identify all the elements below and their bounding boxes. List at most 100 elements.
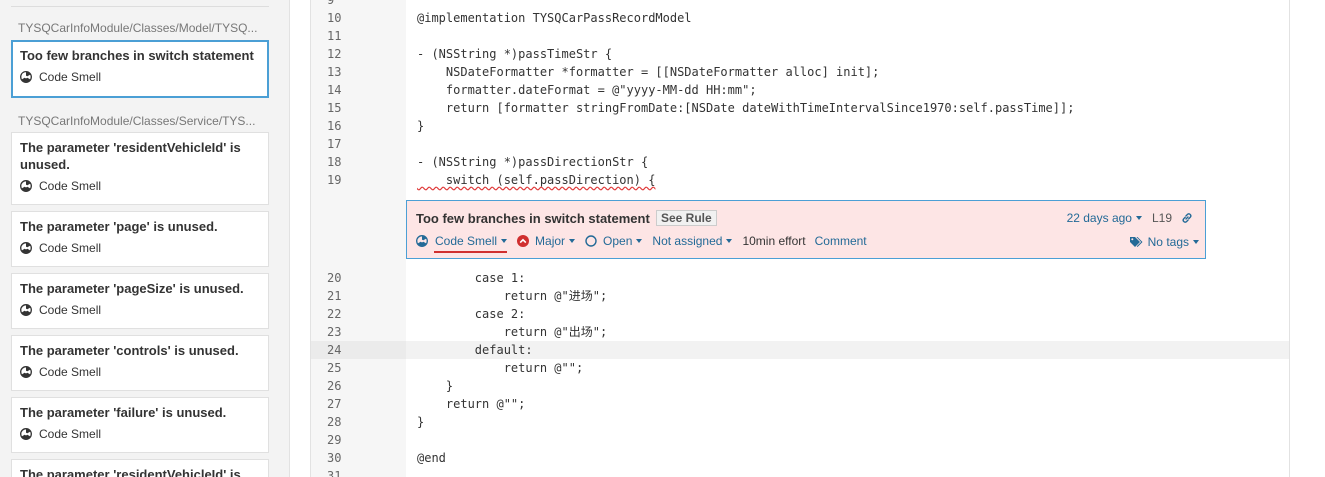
issue-status-dropdown[interactable]: Open [585, 234, 643, 248]
line-number[interactable]: 13 [311, 63, 406, 81]
issue-card-selected[interactable]: Too few branches in switch statement Cod… [11, 40, 269, 98]
code-line: 14 formatter.dateFormat = @"yyyy-MM-dd H… [311, 81, 1289, 99]
line-number[interactable]: 9 [311, 0, 406, 9]
line-source: } [417, 119, 425, 133]
code-line: 23 return @"出场"; [311, 323, 1289, 341]
code-smell-icon [20, 304, 32, 316]
issue-tags-dropdown[interactable]: No tags [1129, 235, 1199, 249]
issue-age: 22 days ago [1066, 211, 1132, 225]
code-line: 13 NSDateFormatter *formatter = [[NSDate… [311, 63, 1289, 81]
line-source: return @""; [417, 361, 584, 375]
code-line: 29 [311, 431, 1289, 449]
issue-actions: Code Smell Major Open Not assigned 10min… [416, 234, 877, 248]
line-source: case 1: [417, 271, 526, 285]
line-number[interactable]: 22 [311, 305, 406, 323]
line-number[interactable]: 29 [311, 431, 406, 449]
code-line: 10 @implementation TYSQCarPassRecordModel [311, 9, 1289, 27]
chevron-down-icon [1193, 240, 1199, 244]
file-path-model[interactable]: TYSQCarInfoModule/Classes/Model/TYSQ... [18, 21, 268, 35]
line-number[interactable]: 30 [311, 449, 406, 467]
issue-title[interactable]: Too few branches in switch statement [416, 211, 650, 226]
line-source: return [formatter stringFromDate:[NSDate… [417, 101, 1075, 115]
issue-card-type: Code Smell [20, 241, 260, 255]
line-source: return @"进场"; [417, 289, 608, 303]
issues-sidebar: TYSQCarInfoModule/Classes/Model/TYSQ... … [0, 0, 290, 477]
issue-card-type: Code Smell [20, 179, 260, 193]
line-number[interactable]: 23 [311, 323, 406, 341]
line-number[interactable]: 11 [311, 27, 406, 45]
issue-type-label: Code Smell [435, 234, 498, 248]
comment-link[interactable]: Comment [815, 234, 867, 248]
code-smell-icon [20, 71, 32, 83]
issue-card-type: Code Smell [20, 427, 260, 441]
issue-assignee-dropdown[interactable]: Not assigned [652, 234, 733, 248]
code-line: 27 return @""; [311, 395, 1289, 413]
code-line: 15 return [formatter stringFromDate:[NSD… [311, 99, 1289, 117]
line-number[interactable]: 31 [311, 467, 406, 477]
issue-card-title: The parameter 'residentVehicleId' is [20, 467, 241, 477]
line-source: switch (self.passDirection) { [417, 173, 656, 187]
code-line: 18 - (NSString *)passDirectionStr { [311, 153, 1289, 171]
issue-card-title: The parameter 'page' is unused. [20, 219, 218, 234]
chevron-down-icon [501, 239, 508, 243]
line-source: @end [417, 451, 446, 465]
issue-assignee-label: Not assigned [652, 234, 723, 248]
code-line: 30 @end [311, 449, 1289, 467]
line-number[interactable]: 18 [311, 153, 406, 171]
open-status-icon [585, 235, 597, 247]
issue-card[interactable]: The parameter 'residentVehicleId' is [11, 459, 269, 477]
line-source: default: [417, 343, 533, 357]
line-number[interactable]: 26 [311, 377, 406, 395]
issue-card-title: The parameter 'residentVehicleId' is unu… [20, 140, 241, 172]
sidebar-divider [11, 6, 269, 7]
issue-card[interactable]: The parameter 'controls' is unused. Code… [11, 335, 269, 391]
issue-card[interactable]: The parameter 'pageSize' is unused. Code… [11, 273, 269, 329]
issue-card-type-label: Code Smell [39, 365, 102, 379]
line-number[interactable]: 12 [311, 45, 406, 63]
issue-card-title: The parameter 'pageSize' is unused. [20, 281, 244, 296]
line-source: return @""; [417, 397, 526, 411]
issue-type-underline [434, 251, 507, 253]
issue-type-dropdown[interactable]: Code Smell [416, 234, 508, 248]
issue-severity-dropdown[interactable]: Major [517, 234, 576, 248]
issue-card[interactable]: The parameter 'failure' is unused. Code … [11, 397, 269, 453]
issue-card[interactable]: The parameter 'residentVehicleId' is unu… [11, 132, 269, 205]
line-source: NSDateFormatter *formatter = [[NSDateFor… [417, 65, 880, 79]
line-number[interactable]: 21 [311, 287, 406, 305]
code-line: 11 [311, 27, 1289, 45]
issue-card-type-label: Code Smell [39, 179, 102, 193]
line-number[interactable]: 10 [311, 9, 406, 27]
line-number[interactable]: 28 [311, 413, 406, 431]
issue-card-type: Code Smell [20, 303, 260, 317]
code-line: 16} [311, 117, 1289, 135]
line-number[interactable]: 24 [311, 341, 406, 359]
code-line: 21 return @"进场"; [311, 287, 1289, 305]
code-line: 17 [311, 135, 1289, 153]
issue-card[interactable]: The parameter 'page' is unused. Code Sme… [11, 211, 269, 267]
link-icon[interactable] [1181, 212, 1193, 224]
line-number[interactable]: 16 [311, 117, 406, 135]
code-line: 26 } [311, 377, 1289, 395]
line-source: return @"出场"; [417, 325, 608, 339]
code-line: 19 switch (self.passDirection) { [311, 171, 1289, 189]
issue-tags-label: No tags [1147, 235, 1189, 249]
line-source: case 2: [417, 307, 526, 321]
line-number[interactable]: 17 [311, 135, 406, 153]
issue-line: L19 [1151, 211, 1172, 225]
code-line: 28} [311, 413, 1289, 431]
line-number[interactable]: 25 [311, 359, 406, 377]
line-number[interactable]: 14 [311, 81, 406, 99]
line-source: @implementation TYSQCarPassRecordModel [417, 11, 692, 25]
issue-status-label: Open [603, 234, 633, 248]
right-margin [1290, 0, 1325, 477]
issue-card-type: Code Smell [20, 70, 260, 84]
code-smell-icon [20, 428, 32, 440]
line-number[interactable]: 15 [311, 99, 406, 117]
issue-age-dropdown[interactable]: 22 days ago [1067, 211, 1142, 225]
see-rule-button[interactable]: See Rule [656, 210, 717, 226]
line-number[interactable]: 27 [311, 395, 406, 413]
file-path-service[interactable]: TYSQCarInfoModule/Classes/Service/TYS... [18, 114, 268, 128]
line-number[interactable]: 20 [311, 269, 406, 287]
code-line: 12 - (NSString *)passTimeStr { [311, 45, 1289, 63]
line-number[interactable]: 19 [311, 171, 406, 189]
